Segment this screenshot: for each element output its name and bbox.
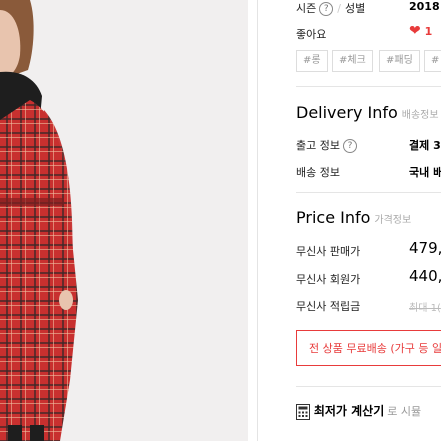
free-shipping-banner[interactable]: 전 상품 무료배송 (가구 등 일 [296, 330, 441, 366]
points-value: 최대 1( [409, 303, 441, 314]
model-in-red-plaid-coat [0, 0, 78, 441]
calculator-label: 최저가 계산기 [313, 404, 385, 418]
heart-icon[interactable]: ❤ [409, 23, 421, 39]
sale-price-value: 479, [409, 239, 441, 257]
ship-label-text: 출고 정보 [296, 139, 340, 152]
sale-price-label: 무신사 판매가 [296, 245, 361, 258]
season-row: 시즌? / 성별 [296, 0, 365, 16]
section-divider [296, 86, 441, 87]
member-price-value: 440, [409, 267, 441, 285]
delivery-method-value: 국내 배 [409, 166, 441, 179]
member-price-label: 무신사 회원가 [296, 273, 361, 286]
likes-value[interactable]: ❤ 1 [409, 23, 432, 39]
likes-label: 좋아요 [296, 28, 327, 41]
season-label: 시즌 [296, 2, 317, 15]
price-info-title: Price Info 가격정보 [296, 208, 411, 227]
price-title-text: Price Info [296, 208, 371, 227]
tag-item[interactable]: #체크 [332, 50, 373, 72]
product-photo[interactable] [0, 0, 248, 441]
tag-item[interactable]: #패딩 [379, 50, 420, 72]
delivery-info-title: Delivery Info 배송정보 [296, 103, 439, 122]
calculator-icon [296, 403, 314, 420]
gender-label: 성별 [344, 2, 366, 15]
season-value: 2018 [409, 0, 440, 13]
delivery-method-label: 배송 정보 [296, 166, 340, 179]
lowest-price-calculator[interactable]: 최저가 계산기 로 시뮬 [296, 402, 421, 420]
help-icon[interactable]: ? [342, 139, 357, 153]
section-divider [296, 192, 441, 193]
delivery-title-text: Delivery Info [296, 103, 398, 122]
section-divider [296, 386, 441, 387]
likes-count: 1 [424, 25, 433, 38]
help-icon[interactable]: ? [319, 2, 334, 16]
price-subtitle: 가격정보 [374, 215, 412, 226]
ship-info-label: 출고 정보? [296, 137, 357, 153]
tag-item[interactable]: #롱 [296, 50, 328, 72]
ship-info-value: 결제 3 [409, 139, 441, 152]
separator: / [337, 2, 341, 15]
product-info-panel: 시즌? / 성별 2018 좋아요 ❤ 1 #롱 #체크 #패딩 # Deliver… [258, 0, 441, 441]
calculator-hint: 로 시뮬 [387, 405, 422, 418]
points-label: 무신사 적립금 [296, 300, 361, 313]
delivery-subtitle: 배송정보 [401, 110, 439, 121]
tag-item[interactable]: # [424, 50, 441, 72]
